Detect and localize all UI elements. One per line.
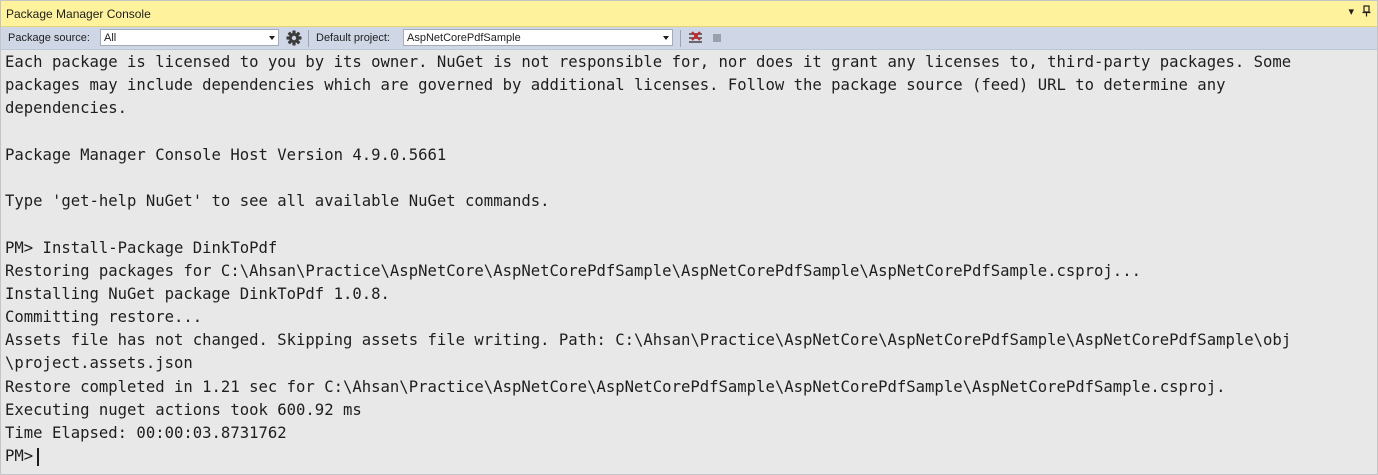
console-line: Each package is licensed to you by its o… <box>5 53 1292 71</box>
toolbar-divider <box>308 30 309 47</box>
console-line: packages may include dependencies which … <box>5 76 1226 95</box>
chevron-down-icon <box>663 36 669 40</box>
console-line: Package Manager Console Host Version 4.9… <box>5 145 447 164</box>
console-line: Restore completed in 1.21 sec for C:\Ahs… <box>5 377 1226 396</box>
console-line: Assets file has not changed. Skipping as… <box>5 331 1292 350</box>
default-project-label: Default project: <box>316 32 390 44</box>
window-title: Package Manager Console <box>6 7 151 21</box>
pin-icon[interactable] <box>1362 5 1371 20</box>
console-output[interactable]: Each package is licensed to you by its o… <box>1 50 1377 474</box>
console-input-line[interactable]: PM> <box>5 445 1377 468</box>
console-prompt: PM> <box>5 447 34 466</box>
clear-console-icon[interactable] <box>687 29 705 47</box>
window-position-dropdown-icon[interactable]: ▾ <box>1348 5 1354 20</box>
package-source-value: All <box>104 32 117 44</box>
console-line: Executing nuget actions took 600.92 ms <box>5 400 362 419</box>
console-line: Restoring packages for C:\Ahsan\Practice… <box>5 261 1141 280</box>
console-toolbar: Package source: All Default project: Asp… <box>1 27 1377 50</box>
console-line: Type 'get-help NuGet' to see all availab… <box>5 192 550 211</box>
default-project-value: AspNetCorePdfSample <box>407 32 521 44</box>
console-line: Time Elapsed: 00:00:03.8731762 <box>5 424 287 442</box>
title-bar: Package Manager Console ▾ <box>1 1 1377 27</box>
default-project-dropdown[interactable]: AspNetCorePdfSample <box>403 29 673 46</box>
stop-command-icon[interactable] <box>708 29 726 47</box>
package-manager-console-window: Package Manager Console ▾ Package source… <box>0 0 1378 475</box>
console-line: dependencies. <box>5 99 128 118</box>
settings-gear-icon[interactable] <box>285 29 303 47</box>
text-cursor <box>37 447 40 466</box>
toolbar-divider <box>680 30 681 47</box>
package-source-dropdown[interactable]: All <box>100 29 279 46</box>
chevron-down-icon <box>269 36 275 40</box>
console-line: Committing restore... <box>5 308 203 327</box>
package-source-label: Package source: <box>8 32 90 44</box>
title-bar-buttons: ▾ <box>1348 5 1371 20</box>
console-line: Installing NuGet package DinkToPdf 1.0.8… <box>5 284 390 303</box>
console-line: PM> Install-Package DinkToPdf <box>5 238 278 257</box>
console-line: \project.assets.json <box>5 354 193 373</box>
